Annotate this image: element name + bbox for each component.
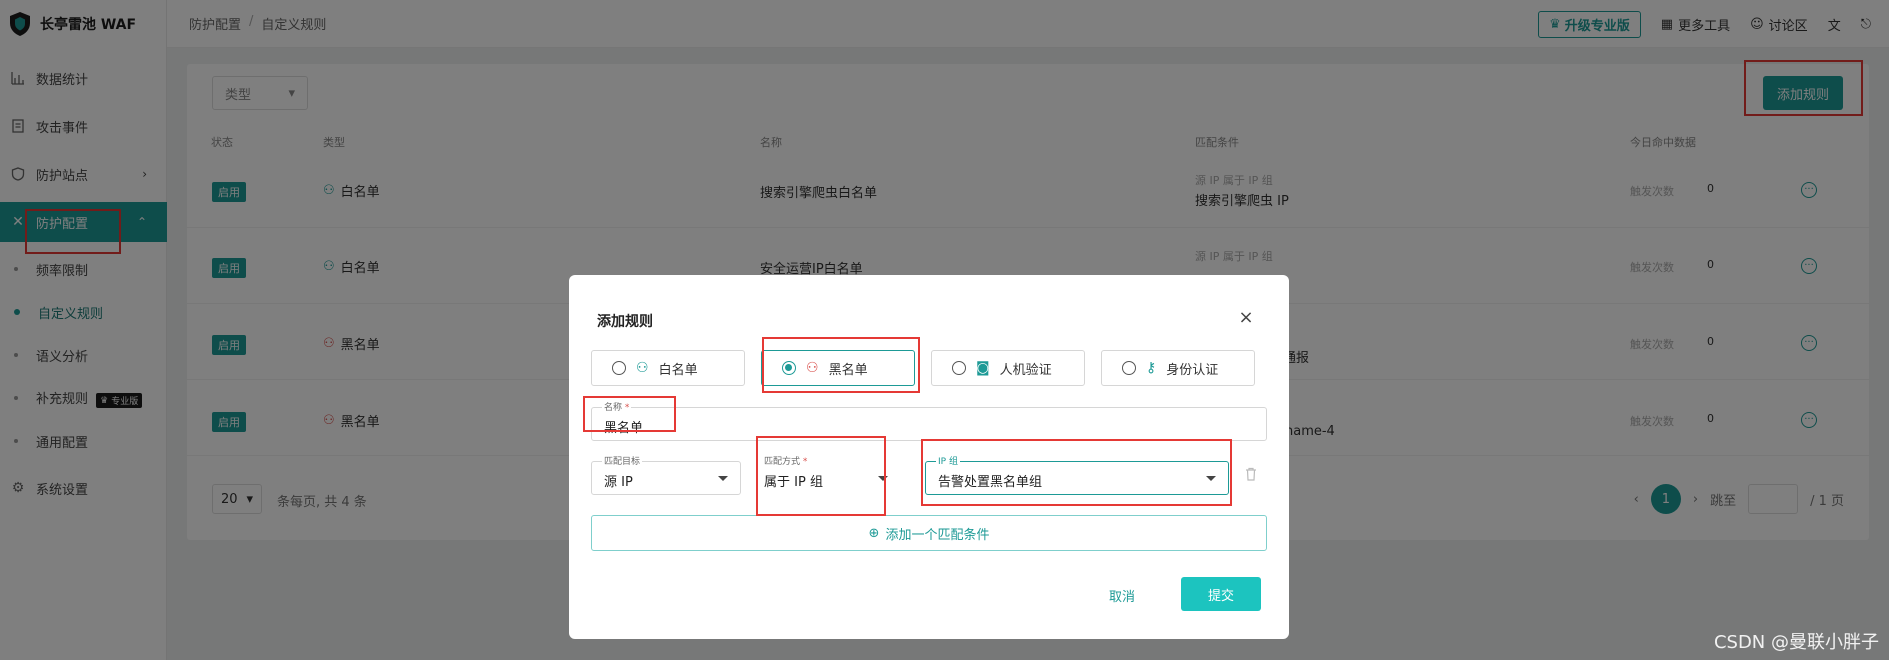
- field-value: 告警处置黑名单组: [938, 475, 1043, 490]
- submit-button[interactable]: 提交: [1181, 577, 1261, 611]
- robot-icon: ◙: [976, 360, 990, 376]
- dialog-title: 添加规则: [597, 314, 653, 330]
- caret-down-icon: [1206, 476, 1216, 481]
- rule-type-label: 黑名单: [828, 362, 868, 378]
- match-target-select[interactable]: 匹配目标 源 IP: [591, 454, 741, 495]
- caret-down-icon: [718, 476, 728, 481]
- field-label: 匹配目标: [602, 454, 643, 467]
- field-value: 属于 IP 组: [764, 475, 823, 490]
- field-label: 名称 *: [602, 400, 632, 413]
- field-label-text: 匹配方式: [764, 457, 801, 467]
- radio-button[interactable]: [612, 361, 626, 375]
- rule-type-label: 白名单: [658, 362, 698, 378]
- field-value: 黑名单: [604, 421, 644, 436]
- add-rule-dialog: 添加规则 × ⚇ 白名单 ⚇ 黑名单 ◙ 人机验证 ⚷ 身份认证 名称 * 黑名…: [569, 275, 1289, 639]
- ip-group-select[interactable]: IP 组 告警处置黑名单组: [925, 454, 1229, 495]
- field-value: 源 IP: [604, 475, 633, 490]
- rule-type-label: 身份认证: [1166, 362, 1219, 378]
- close-icon[interactable]: ×: [1237, 309, 1255, 327]
- field-label: 匹配方式 *: [762, 454, 810, 467]
- add-condition-label: 添加一个匹配条件: [885, 527, 990, 543]
- radio-button[interactable]: [952, 361, 966, 375]
- key-icon: ⚷: [1146, 360, 1157, 376]
- radio-button-checked[interactable]: [782, 361, 796, 375]
- rule-name-input[interactable]: 名称 * 黑名单: [591, 400, 1267, 441]
- rule-type-whitelist[interactable]: ⚇ 白名单: [591, 350, 745, 386]
- rule-type-label: 人机验证: [999, 362, 1052, 378]
- add-condition-button[interactable]: ⊕ 添加一个匹配条件: [591, 515, 1267, 551]
- caret-down-icon: [878, 476, 888, 481]
- field-label-text: 名称: [604, 403, 623, 413]
- required-mark: *: [802, 457, 808, 467]
- required-mark: *: [624, 403, 630, 413]
- user-check-icon: ⚇: [636, 360, 649, 376]
- user-block-icon: ⚇: [806, 360, 819, 376]
- plus-circle-icon: ⊕: [868, 525, 880, 541]
- trash-icon[interactable]: [1245, 467, 1257, 485]
- radio-button[interactable]: [1122, 361, 1136, 375]
- watermark: CSDN @曼联小胖子: [1713, 632, 1879, 653]
- rule-type-blacklist[interactable]: ⚇ 黑名单: [761, 350, 915, 386]
- cancel-button[interactable]: 取消: [1109, 586, 1135, 605]
- rule-type-auth[interactable]: ⚷ 身份认证: [1101, 350, 1255, 386]
- match-method-select[interactable]: 匹配方式 * 属于 IP 组: [751, 454, 901, 495]
- rule-type-captcha[interactable]: ◙ 人机验证: [931, 350, 1085, 386]
- field-label: IP 组: [936, 454, 960, 467]
